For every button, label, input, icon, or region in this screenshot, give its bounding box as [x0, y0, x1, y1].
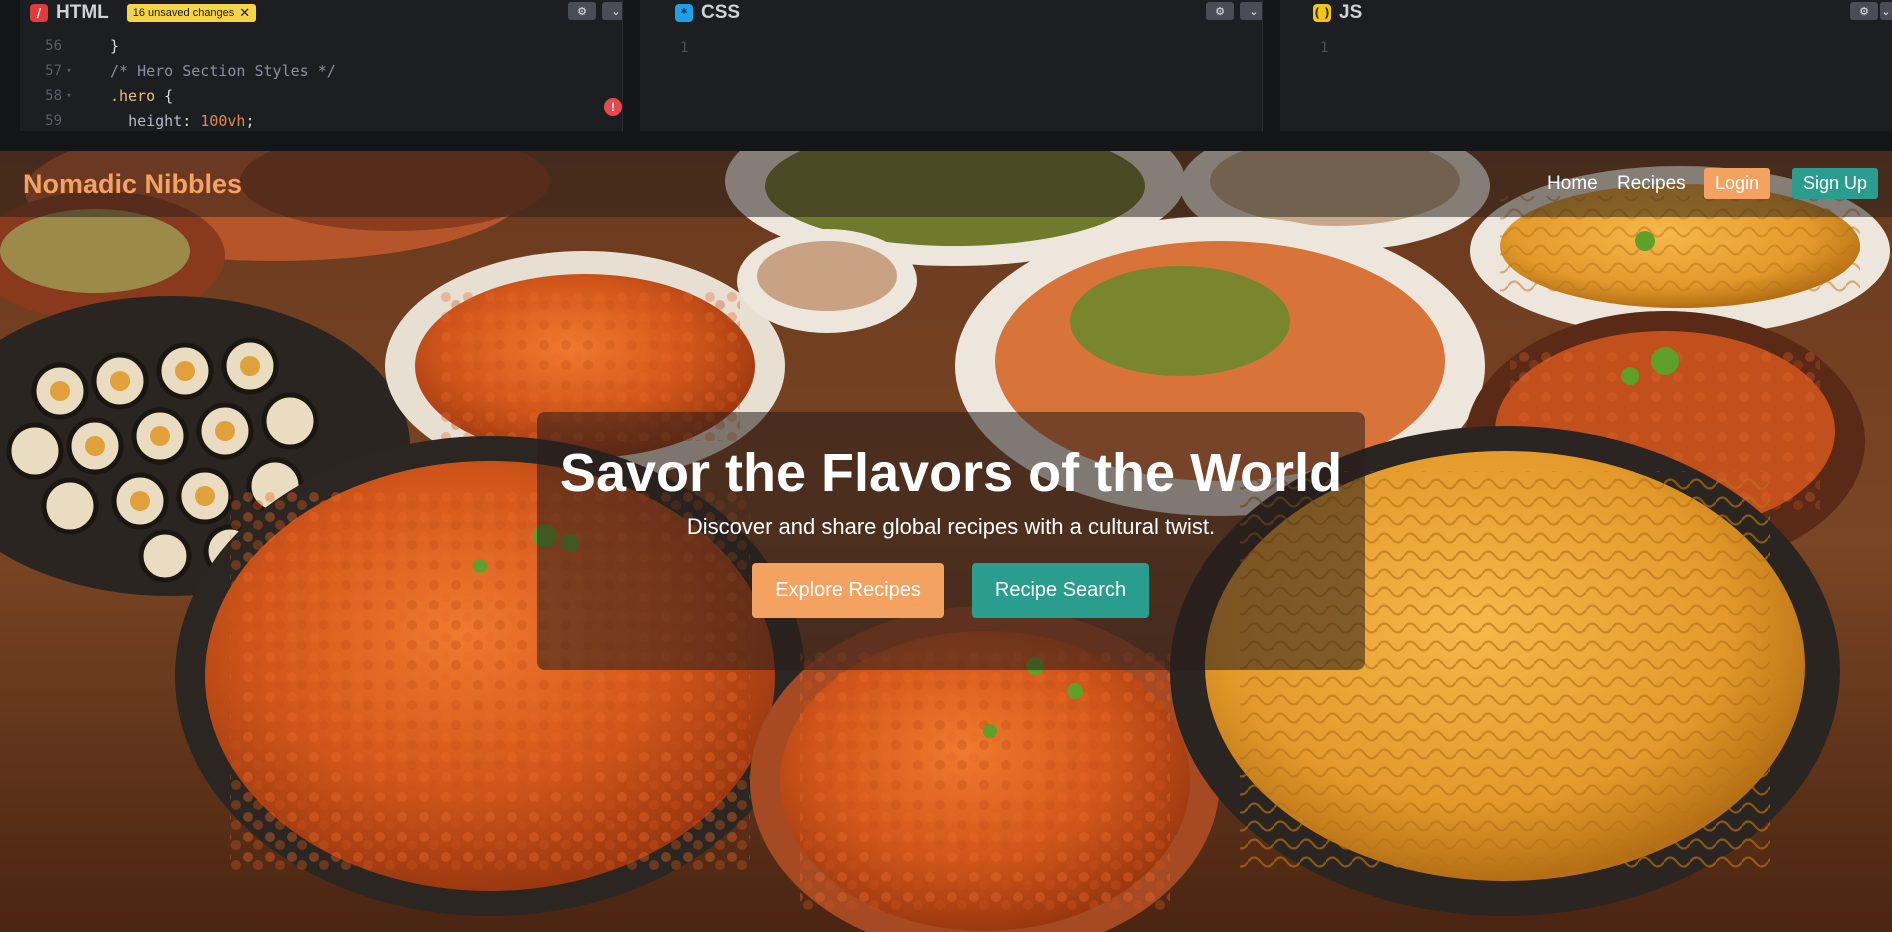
gear-icon: ⚙: [577, 4, 587, 18]
code-line: 58 ▾ .hero {: [20, 83, 620, 108]
code-line: 57 ▾ /* Hero Section Styles */: [20, 58, 620, 83]
close-icon[interactable]: ✕: [239, 7, 250, 20]
css-icon: *: [675, 4, 693, 22]
line-number: 1: [680, 40, 689, 56]
login-button[interactable]: Login: [1704, 168, 1770, 199]
recipe-search-button[interactable]: Recipe Search: [972, 563, 1149, 618]
js-editor-panel[interactable]: ( ) JS ⚙ ⌄ 1: [1280, 0, 1892, 131]
html-tab-title: HTML: [56, 2, 109, 23]
js-icon: ( ): [1313, 4, 1331, 22]
css-settings-button[interactable]: ⚙: [1206, 2, 1234, 20]
hero-title: Savor the Flavors of the World: [559, 443, 1343, 503]
line-number: 59: [45, 112, 62, 129]
line-number: 57: [45, 62, 62, 79]
error-icon[interactable]: !: [604, 98, 622, 116]
unsaved-changes-badge[interactable]: 16 unsaved changes ✕: [126, 4, 257, 22]
panel-resize-handle[interactable]: [1262, 0, 1280, 131]
panel-resize-handle[interactable]: [622, 0, 640, 131]
editor-preview-divider[interactable]: [0, 131, 1892, 151]
nav-link-recipes[interactable]: Recipes: [1617, 173, 1686, 195]
code-editor-panels: / HTML 16 unsaved changes ✕ ⚙ ⌄ 56 } 57 …: [0, 0, 1892, 131]
code-line: 56 }: [20, 33, 620, 58]
code-line: 59 height: 100vh;: [20, 108, 620, 131]
brand-logo[interactable]: Nomadic Nibbles: [23, 169, 242, 200]
fold-arrow-icon[interactable]: ▾: [62, 66, 76, 76]
chevron-down-icon: ⌄: [1249, 4, 1259, 18]
html-tab[interactable]: / HTML 16 unsaved changes ✕: [30, 0, 257, 26]
preview-frame: Nomadic Nibbles Home Recipes Login Sign …: [0, 151, 1892, 932]
js-settings-button[interactable]: ⚙: [1850, 2, 1878, 20]
gear-icon: ⚙: [1215, 4, 1225, 18]
chevron-down-icon: ⌄: [1881, 4, 1891, 18]
fold-arrow-icon[interactable]: ▾: [62, 91, 76, 101]
chevron-down-icon: ⌄: [611, 4, 621, 18]
html-settings-button[interactable]: ⚙: [568, 2, 596, 20]
code-text: }: [110, 36, 120, 55]
html-editor-panel[interactable]: / HTML 16 unsaved changes ✕ ⚙ ⌄ 56 } 57 …: [0, 0, 640, 131]
signup-button[interactable]: Sign Up: [1792, 168, 1878, 199]
line-number: 1: [1320, 40, 1329, 56]
gear-icon: ⚙: [1859, 4, 1869, 18]
site-navbar: Nomadic Nibbles Home Recipes Login Sign …: [0, 151, 1892, 217]
hero-subtitle: Discover and share global recipes with a…: [686, 514, 1216, 539]
line-number: 56: [45, 37, 62, 54]
css-value: 100vh: [200, 111, 246, 130]
js-tab-title: JS: [1339, 2, 1363, 23]
editor-left-gutter: [0, 0, 20, 131]
explore-recipes-button[interactable]: Explore Recipes: [752, 563, 944, 618]
code-comment: /* Hero Section Styles */: [110, 61, 336, 80]
line-number: 58: [45, 87, 62, 104]
nav-link-home[interactable]: Home: [1547, 173, 1598, 195]
hero-content-box: Savor the Flavors of the World Discover …: [537, 412, 1365, 670]
html-icon: /: [30, 4, 48, 22]
css-tab-title: CSS: [701, 2, 741, 23]
css-property: height: [128, 111, 183, 130]
js-tab[interactable]: ( ) JS: [1313, 0, 1362, 26]
unsaved-changes-text: 16 unsaved changes: [132, 7, 235, 19]
css-editor-panel[interactable]: * CSS ⚙ ⌄ 1: [640, 0, 1280, 131]
js-collapse-button[interactable]: ⌄: [1880, 2, 1892, 20]
css-selector: .hero: [110, 86, 156, 105]
code-brace: {: [155, 86, 174, 105]
html-code-area[interactable]: 56 } 57 ▾ /* Hero Section Styles */ 58 ▾…: [20, 33, 620, 131]
css-tab[interactable]: * CSS: [675, 0, 740, 26]
